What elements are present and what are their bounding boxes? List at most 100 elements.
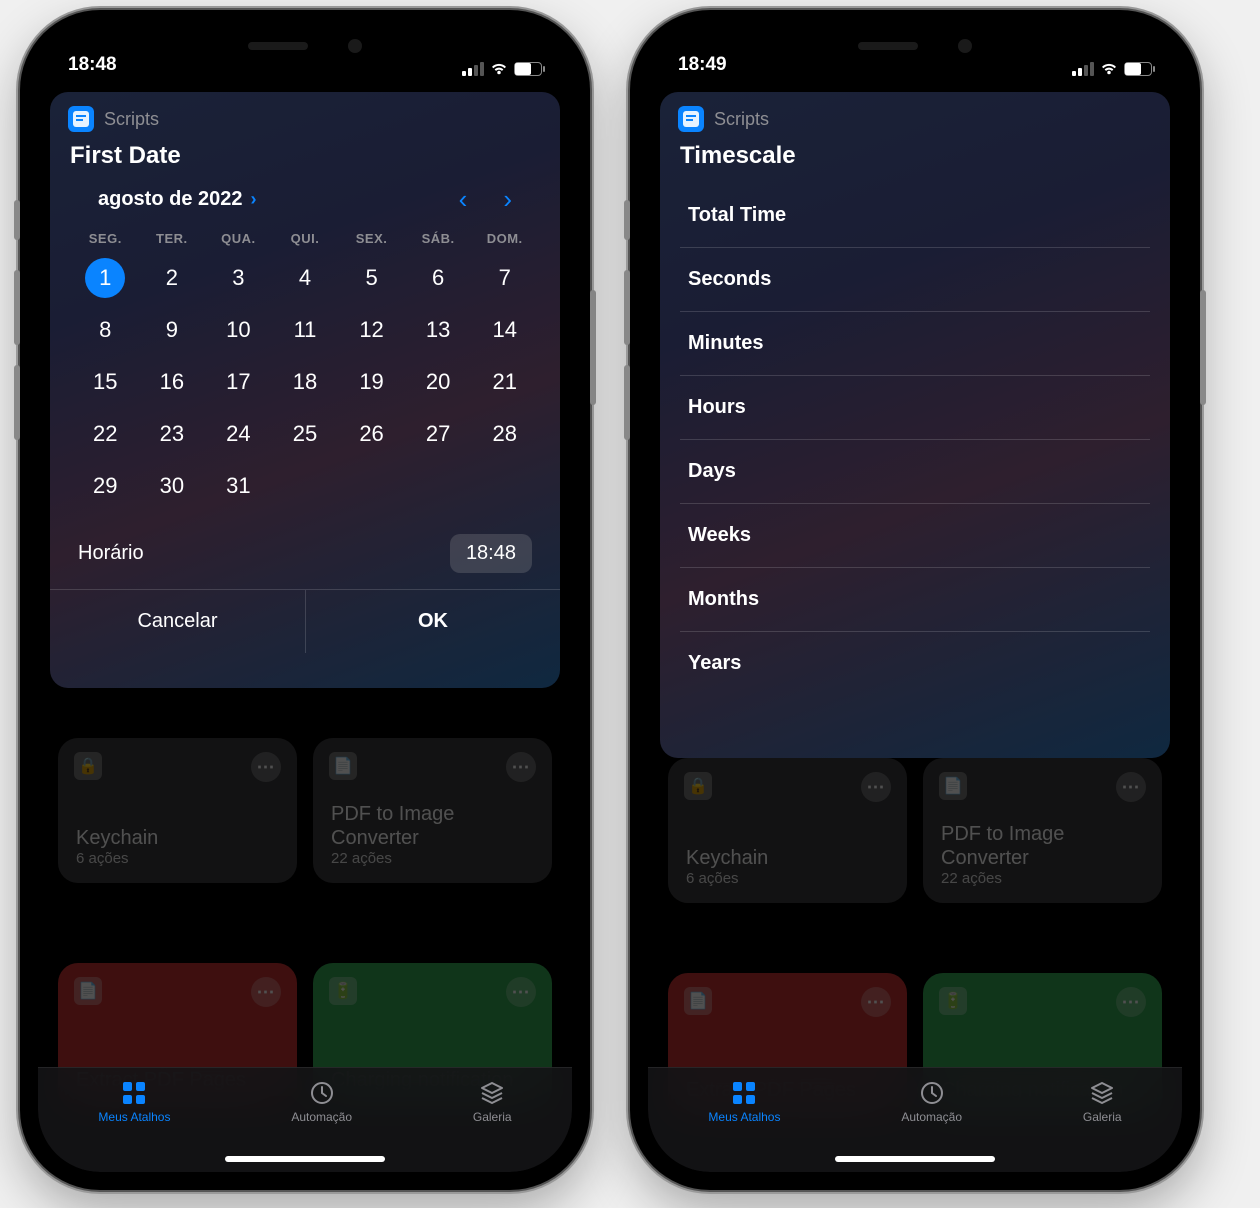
calendar-day[interactable]: 22 — [72, 408, 139, 460]
tab-shortcuts[interactable]: Meus Atalhos — [708, 1080, 780, 1124]
calendar-day — [471, 460, 538, 512]
calendar-day[interactable]: 2 — [139, 252, 206, 304]
scripts-label: Scripts — [104, 109, 159, 130]
date-picker-modal: Scripts First Date agosto de 2022 › ‹ › — [50, 92, 560, 688]
doc-icon: 📄 — [74, 977, 102, 1005]
calendar-day[interactable]: 19 — [338, 356, 405, 408]
tile-keychain[interactable]: 🔒⋯ Keychain 6 ações — [58, 738, 297, 883]
calendar-day[interactable]: 7 — [471, 252, 538, 304]
more-icon[interactable]: ⋯ — [251, 752, 281, 782]
calendar-day[interactable]: 13 — [405, 304, 472, 356]
doc-icon: 📄 — [329, 752, 357, 780]
more-icon[interactable]: ⋯ — [506, 977, 536, 1007]
calendar-day[interactable]: 11 — [272, 304, 339, 356]
phone-right: 18:49 333 ações 9 ações 🔒⋯ Keychain 6 aç… — [630, 10, 1200, 1190]
cancel-button[interactable]: Cancelar — [50, 590, 305, 653]
list-item[interactable]: Days — [680, 440, 1150, 504]
calendar-day[interactable]: 14 — [471, 304, 538, 356]
battery-icon: 🔋 — [329, 977, 357, 1005]
list-item[interactable]: Years — [680, 632, 1150, 695]
calendar-day[interactable]: 15 — [72, 356, 139, 408]
scripts-app-icon — [68, 106, 94, 132]
ok-button[interactable]: OK — [305, 590, 560, 653]
calendar-day — [405, 460, 472, 512]
time-value[interactable]: 18:48 — [450, 534, 532, 573]
more-icon[interactable]: ⋯ — [861, 987, 891, 1017]
calendar-day[interactable]: 3 — [205, 252, 272, 304]
calendar-day[interactable]: 21 — [471, 356, 538, 408]
timescale-modal: Scripts Timescale Total Time Seconds Min… — [660, 92, 1170, 758]
calendar-day — [272, 460, 339, 512]
list-item[interactable]: Seconds — [680, 248, 1150, 312]
calendar-grid: SEG. TER. QUA. QUI. SEX. SÁB. DOM. 1 2 3… — [50, 221, 560, 522]
month-selector[interactable]: agosto de 2022 › — [98, 188, 257, 211]
home-indicator[interactable] — [835, 1156, 995, 1162]
calendar-day[interactable]: 17 — [205, 356, 272, 408]
calendar-day[interactable]: 9 — [139, 304, 206, 356]
layers-icon — [477, 1080, 507, 1106]
calendar-day[interactable]: 1 — [72, 252, 139, 304]
calendar-day[interactable]: 5 — [338, 252, 405, 304]
clock-icon — [307, 1080, 337, 1106]
doc-icon: 📄 — [684, 987, 712, 1015]
calendar-day[interactable]: 27 — [405, 408, 472, 460]
lock-icon: 🔒 — [684, 772, 712, 800]
chevron-right-icon: › — [251, 189, 257, 210]
tab-gallery[interactable]: Galeria — [1083, 1080, 1122, 1124]
tab-gallery[interactable]: Galeria — [473, 1080, 512, 1124]
calendar-day[interactable]: 16 — [139, 356, 206, 408]
prev-month-button[interactable]: ‹ — [459, 184, 468, 215]
lock-icon: 🔒 — [74, 752, 102, 780]
clock-icon — [917, 1080, 947, 1106]
more-icon[interactable]: ⋯ — [251, 977, 281, 1007]
grid-icon — [119, 1080, 149, 1106]
tab-shortcuts[interactable]: Meus Atalhos — [98, 1080, 170, 1124]
calendar-day[interactable]: 25 — [272, 408, 339, 460]
battery-icon: 🔋 — [939, 987, 967, 1015]
calendar-day[interactable]: 24 — [205, 408, 272, 460]
tile-pdf2img[interactable]: 📄⋯ PDF to Image Converter 22 ações — [313, 738, 552, 883]
list-item[interactable]: Hours — [680, 376, 1150, 440]
tab-bar: Meus Atalhos Automação Galeria — [648, 1067, 1182, 1172]
calendar-day[interactable]: 18 — [272, 356, 339, 408]
calendar-day[interactable]: 23 — [139, 408, 206, 460]
more-icon[interactable]: ⋯ — [861, 772, 891, 802]
more-icon[interactable]: ⋯ — [1116, 772, 1146, 802]
timescale-list: Total Time Seconds Minutes Hours Days We… — [660, 184, 1170, 695]
calendar-day[interactable]: 28 — [471, 408, 538, 460]
time-label: Horário — [78, 542, 144, 565]
next-month-button[interactable]: › — [503, 184, 512, 215]
calendar-day[interactable]: 30 — [139, 460, 206, 512]
list-item[interactable]: Total Time — [680, 184, 1150, 248]
tab-automation[interactable]: Automação — [901, 1080, 962, 1124]
calendar-day[interactable]: 6 — [405, 252, 472, 304]
calendar-day[interactable]: 12 — [338, 304, 405, 356]
tile-keychain[interactable]: 🔒⋯ Keychain 6 ações — [668, 758, 907, 903]
more-icon[interactable]: ⋯ — [506, 752, 536, 782]
list-item[interactable]: Weeks — [680, 504, 1150, 568]
calendar-day[interactable]: 29 — [72, 460, 139, 512]
list-item[interactable]: Months — [680, 568, 1150, 632]
weekday-header: SEG. TER. QUA. QUI. SEX. SÁB. DOM. — [72, 225, 538, 252]
layers-icon — [1087, 1080, 1117, 1106]
scripts-app-icon — [678, 106, 704, 132]
tab-automation[interactable]: Automação — [291, 1080, 352, 1124]
phone-left: 18:48 Converter 333 ações Dates 9 ações — [20, 10, 590, 1190]
calendar-day[interactable]: 31 — [205, 460, 272, 512]
calendar-day[interactable]: 10 — [205, 304, 272, 356]
list-item[interactable]: Minutes — [680, 312, 1150, 376]
calendar-day — [338, 460, 405, 512]
tab-bar: Meus Atalhos Automação Galeria — [38, 1067, 572, 1172]
calendar-day[interactable]: 8 — [72, 304, 139, 356]
grid-icon — [729, 1080, 759, 1106]
calendar-day[interactable]: 4 — [272, 252, 339, 304]
tile-pdf2img[interactable]: 📄⋯ PDF to Image Converter 22 ações — [923, 758, 1162, 903]
more-icon[interactable]: ⋯ — [1116, 987, 1146, 1017]
calendar-day[interactable]: 20 — [405, 356, 472, 408]
modal-title: First Date — [50, 136, 560, 184]
doc-icon: 📄 — [939, 772, 967, 800]
modal-title: Timescale — [660, 136, 1170, 184]
calendar-day[interactable]: 26 — [338, 408, 405, 460]
home-indicator[interactable] — [225, 1156, 385, 1162]
scripts-label: Scripts — [714, 109, 769, 130]
